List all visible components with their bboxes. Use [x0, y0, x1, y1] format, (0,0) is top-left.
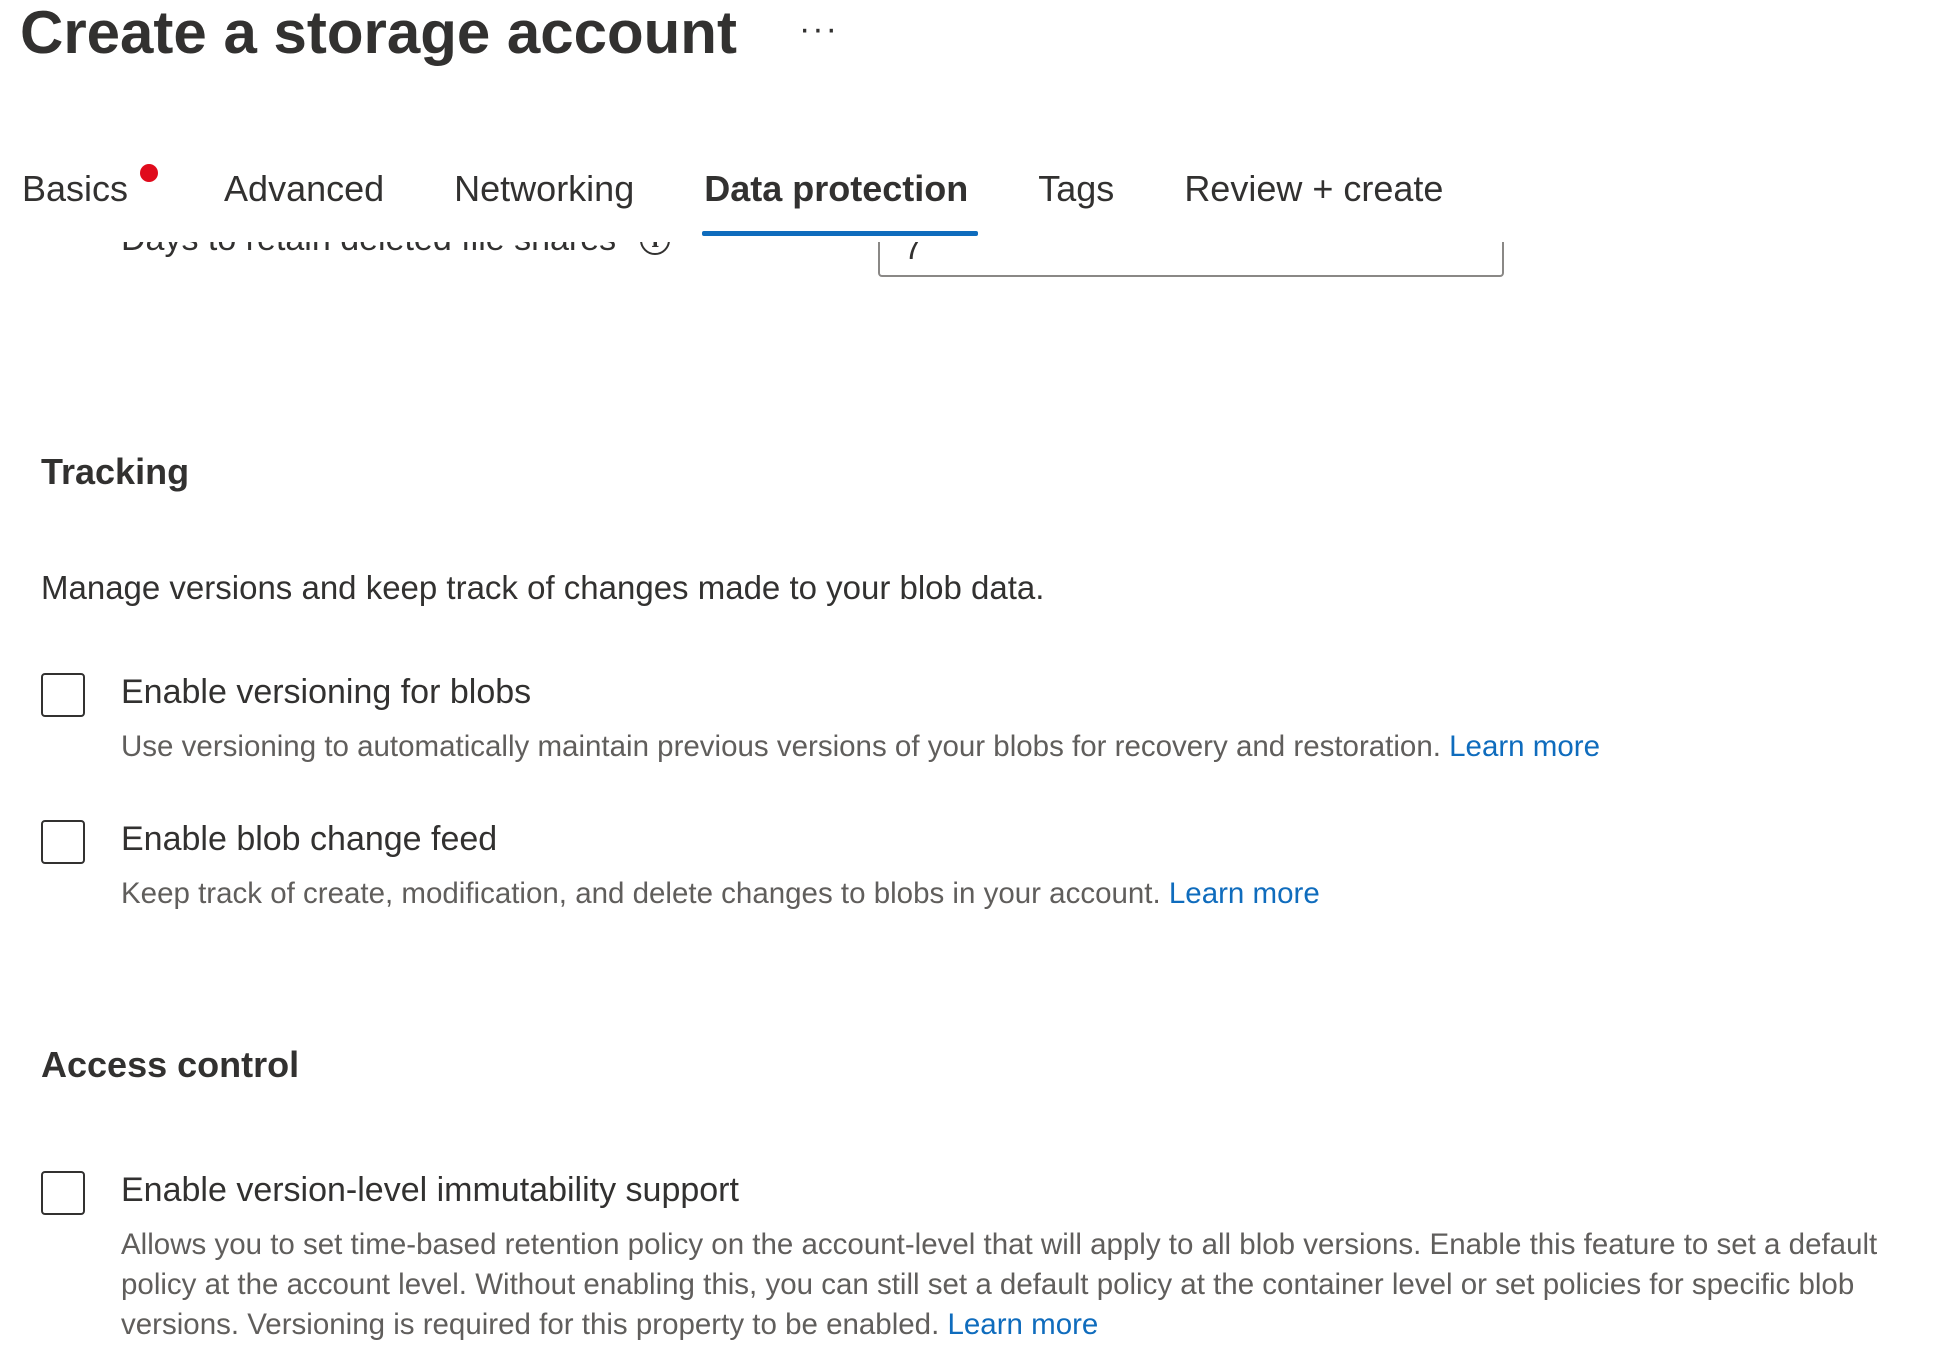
tab-networking-label: Networking — [454, 168, 635, 209]
tracking-description: Manage versions and keep track of change… — [41, 569, 1045, 606]
tab-networking[interactable]: Networking — [452, 168, 636, 236]
versioning-learn-more-link[interactable]: Learn more — [1449, 730, 1600, 763]
tab-advanced[interactable]: Advanced — [222, 168, 386, 236]
page-title: Create a storage account — [20, 0, 737, 66]
tab-data-protection[interactable]: Data protection — [702, 168, 979, 236]
tab-basics[interactable]: Basics — [20, 164, 159, 236]
versioning-description-text: Use versioning to automatically maintain… — [121, 730, 1450, 763]
tab-tags[interactable]: Tags — [1036, 168, 1116, 236]
change-feed-checkbox[interactable] — [41, 820, 85, 864]
file-shares-retention-input[interactable]: 7 — [878, 242, 1504, 277]
error-indicator-icon — [140, 164, 159, 182]
change-feed-description: Keep track of create, modification, and … — [121, 874, 1881, 914]
tab-basics-label: Basics — [22, 168, 129, 209]
more-options-button[interactable]: ··· — [799, 10, 839, 49]
immutability-learn-more-link[interactable]: Learn more — [947, 1308, 1098, 1341]
versioning-label[interactable]: Enable versioning for blobs — [121, 673, 531, 712]
versioning-description: Use versioning to automatically maintain… — [121, 727, 1881, 767]
immutability-description: Allows you to set time-based retention p… — [121, 1225, 1881, 1345]
wizard-tabs: Basics Advanced Networking Data protecti… — [20, 164, 1511, 240]
file-shares-retention-label: Days to retain deleted file shares — [121, 242, 616, 259]
tab-data-protection-label: Data protection — [704, 168, 969, 209]
file-shares-retention-row: Days to retain deleted file shares i — [121, 242, 671, 259]
tab-tags-label: Tags — [1038, 168, 1115, 209]
tab-advanced-label: Advanced — [224, 168, 385, 209]
immutability-checkbox[interactable] — [41, 1171, 85, 1215]
change-feed-description-text: Keep track of create, modification, and … — [121, 877, 1169, 910]
change-feed-learn-more-link[interactable]: Learn more — [1169, 877, 1320, 910]
change-feed-label[interactable]: Enable blob change feed — [121, 820, 497, 859]
access-control-heading: Access control — [41, 1044, 300, 1085]
page-header: Create a storage account ··· — [20, 0, 839, 80]
info-icon[interactable]: i — [640, 242, 671, 255]
tab-review-create-label: Review + create — [1184, 168, 1444, 209]
tab-review-create[interactable]: Review + create — [1182, 168, 1445, 236]
scroll-content[interactable]: Days to retain deleted file shares i 7 T… — [0, 242, 1939, 1371]
tracking-heading: Tracking — [41, 451, 190, 492]
immutability-label[interactable]: Enable version-level immutability suppor… — [121, 1171, 739, 1210]
versioning-checkbox[interactable] — [41, 673, 85, 717]
